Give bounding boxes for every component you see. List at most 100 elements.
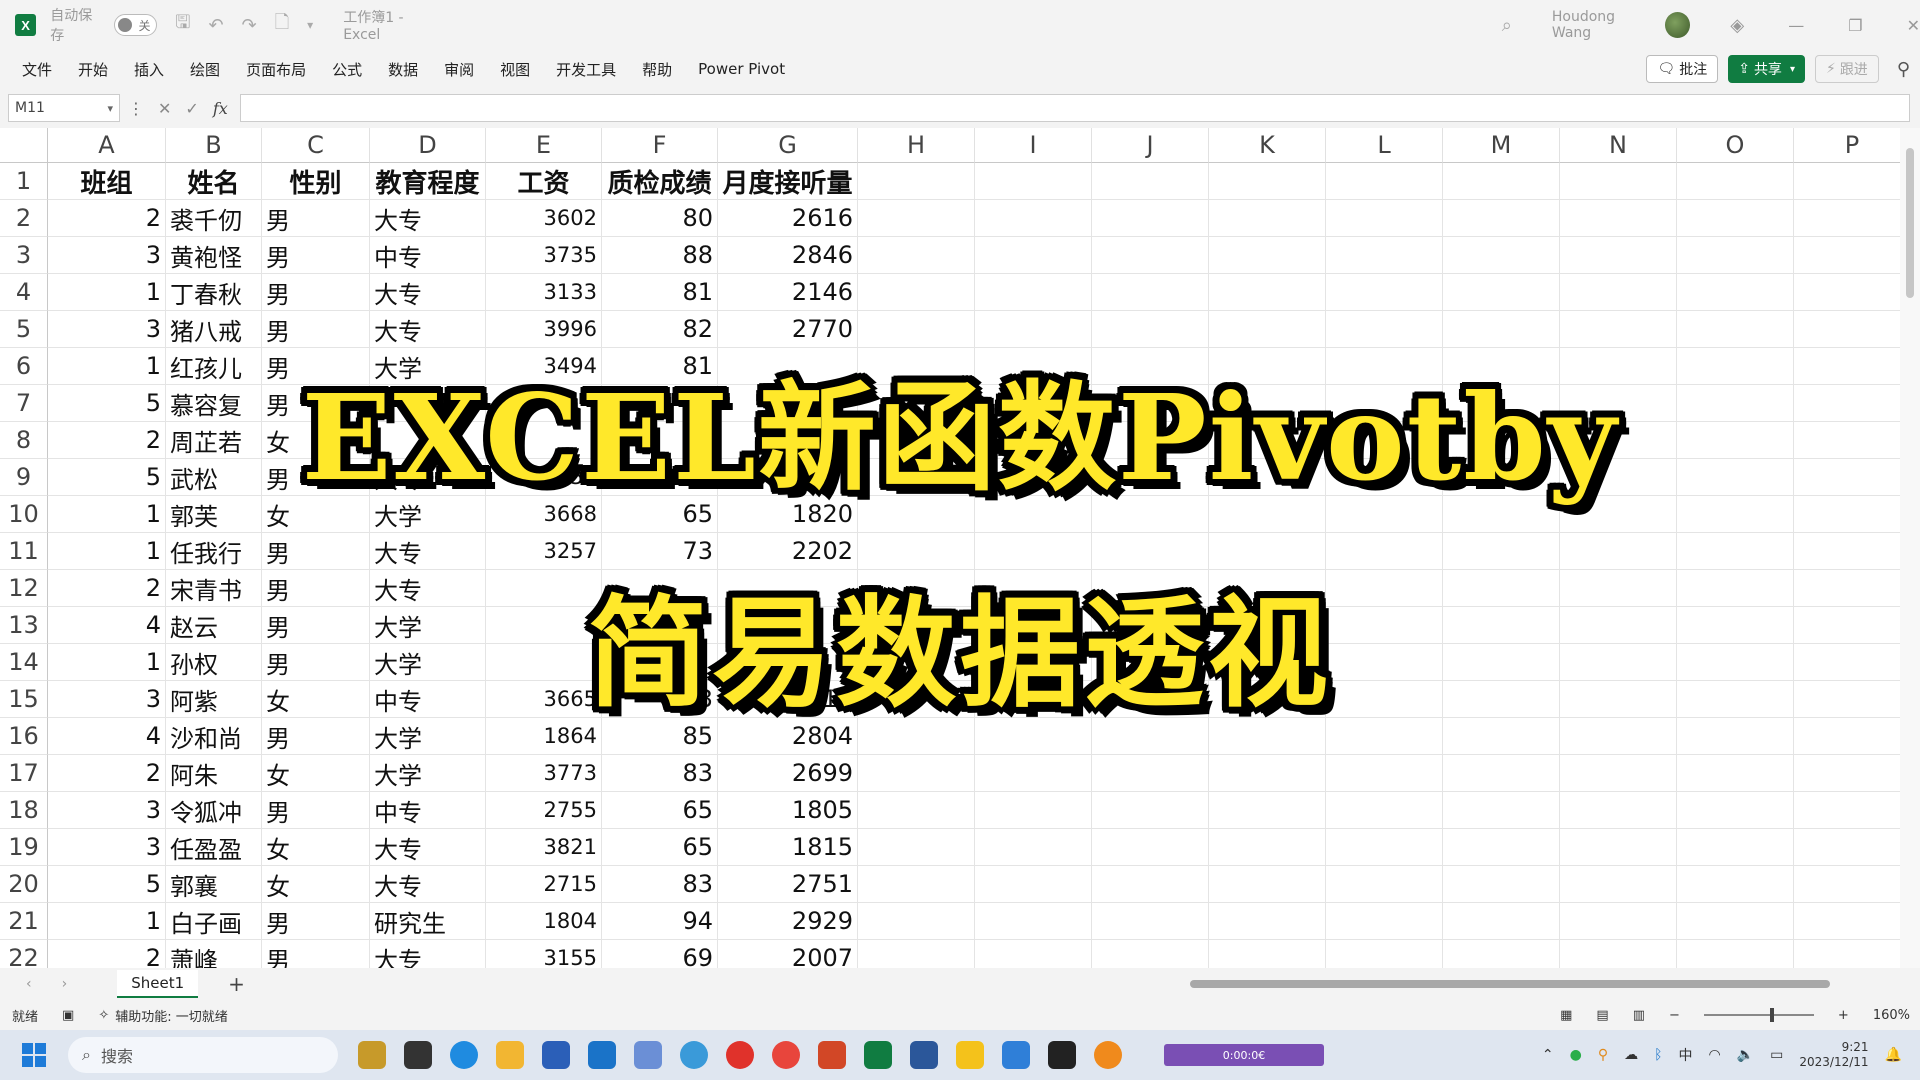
column-header-d[interactable]: D	[370, 128, 486, 163]
table-cell[interactable]: 大专	[370, 274, 486, 311]
table-cell[interactable]	[1794, 755, 1900, 792]
table-cell[interactable]: 男	[262, 200, 370, 237]
table-cell[interactable]	[1560, 903, 1677, 940]
table-cell[interactable]	[1443, 274, 1560, 311]
minimize-icon[interactable]: —	[1788, 16, 1804, 35]
zoom-in-icon[interactable]: +	[1838, 1008, 1849, 1023]
table-cell[interactable]: 大学	[370, 755, 486, 792]
table-cell[interactable]	[1326, 200, 1443, 237]
table-cell[interactable]: 大专	[370, 200, 486, 237]
mail-icon[interactable]	[588, 1041, 616, 1069]
header-cell[interactable]: 性别	[262, 163, 370, 200]
table-cell[interactable]: 3773	[486, 755, 602, 792]
row-header[interactable]: 18	[0, 792, 48, 829]
menu-data[interactable]: 数据	[384, 55, 422, 84]
table-cell[interactable]	[1209, 274, 1326, 311]
ime-indicator[interactable]: 中	[1679, 1045, 1693, 1065]
table-cell[interactable]	[1677, 903, 1794, 940]
add-sheet-button[interactable]: +	[228, 972, 245, 996]
column-header-b[interactable]: B	[166, 128, 262, 163]
table-cell[interactable]	[1092, 200, 1209, 237]
table-cell[interactable]	[1092, 903, 1209, 940]
menu-formulas[interactable]: 公式	[328, 55, 366, 84]
table-cell[interactable]	[858, 829, 975, 866]
table-cell[interactable]	[975, 274, 1092, 311]
table-cell[interactable]	[1326, 940, 1443, 968]
sheet-tab-active[interactable]: Sheet1	[117, 970, 199, 998]
table-cell[interactable]: 3821	[486, 829, 602, 866]
table-cell[interactable]	[1209, 792, 1326, 829]
table-cell[interactable]	[1794, 237, 1900, 274]
table-cell[interactable]: 研究生	[370, 903, 486, 940]
user-name[interactable]: Houdong Wang	[1552, 9, 1655, 41]
table-cell[interactable]	[1326, 792, 1443, 829]
store-icon[interactable]	[542, 1041, 570, 1069]
vertical-scrollbar[interactable]	[1900, 128, 1920, 968]
table-cell[interactable]: 2	[48, 940, 166, 968]
table-cell[interactable]	[975, 866, 1092, 903]
recording-widget[interactable]: 0:00:0€	[1164, 1044, 1324, 1066]
zoom-slider-knob[interactable]	[1769, 1008, 1774, 1022]
row-header[interactable]: 19	[0, 829, 48, 866]
table-cell[interactable]: 2715	[486, 866, 602, 903]
table-cell[interactable]	[1326, 274, 1443, 311]
table-cell[interactable]: 2007	[718, 940, 858, 968]
volume-icon[interactable]: 🔈	[1737, 1047, 1754, 1063]
table-cell[interactable]: 83	[602, 755, 718, 792]
header-cell[interactable]	[1794, 163, 1900, 200]
chart-app-icon[interactable]	[956, 1041, 984, 1069]
header-cell[interactable]: 教育程度	[370, 163, 486, 200]
table-cell[interactable]: 3133	[486, 274, 602, 311]
table-cell[interactable]	[858, 903, 975, 940]
table-cell[interactable]	[1677, 792, 1794, 829]
header-cell[interactable]	[1677, 163, 1794, 200]
horizontal-scroll-thumb[interactable]	[1190, 980, 1830, 988]
menu-power-pivot[interactable]: Power Pivot	[694, 56, 789, 82]
table-cell[interactable]: 男	[262, 940, 370, 968]
table-cell[interactable]: 女	[262, 829, 370, 866]
accessibility-status[interactable]: 辅助功能: 一切就绪	[115, 1006, 228, 1025]
table-cell[interactable]: 3735	[486, 237, 602, 274]
normal-view-icon[interactable]: ▦	[1560, 1008, 1572, 1023]
table-cell[interactable]	[1092, 274, 1209, 311]
close-icon[interactable]: ✕	[1907, 16, 1920, 35]
redo-icon[interactable]: ↷	[242, 15, 257, 36]
header-cell[interactable]: 质检成绩	[602, 163, 718, 200]
table-cell[interactable]	[1677, 200, 1794, 237]
snipping-tool-icon[interactable]	[634, 1041, 662, 1069]
table-cell[interactable]: 男	[262, 792, 370, 829]
table-cell[interactable]	[1677, 237, 1794, 274]
header-cell[interactable]: 姓名	[166, 163, 262, 200]
table-cell[interactable]: 白子画	[166, 903, 262, 940]
task-view-icon[interactable]	[404, 1041, 432, 1069]
table-cell[interactable]	[975, 903, 1092, 940]
table-cell[interactable]	[858, 940, 975, 968]
table-cell[interactable]: 男	[262, 903, 370, 940]
column-header-m[interactable]: M	[1443, 128, 1560, 163]
table-cell[interactable]	[1209, 200, 1326, 237]
tab-next-icon[interactable]: ›	[62, 976, 68, 992]
powerpoint-icon[interactable]	[818, 1041, 846, 1069]
table-cell[interactable]: 1	[48, 903, 166, 940]
table-cell[interactable]	[1677, 829, 1794, 866]
table-cell[interactable]: 女	[262, 866, 370, 903]
header-cell[interactable]	[1560, 163, 1677, 200]
table-cell[interactable]	[1794, 940, 1900, 968]
header-cell[interactable]	[1443, 163, 1560, 200]
table-cell[interactable]	[1326, 237, 1443, 274]
new-file-icon[interactable]: 🗋	[275, 10, 289, 40]
table-cell[interactable]: 郭襄	[166, 866, 262, 903]
autosave-toggle[interactable]: 关	[114, 14, 158, 36]
table-cell[interactable]: 69	[602, 940, 718, 968]
menu-insert[interactable]: 插入	[130, 55, 168, 84]
page-break-view-icon[interactable]: ▥	[1633, 1008, 1645, 1023]
table-cell[interactable]: 2846	[718, 237, 858, 274]
wifi-icon[interactable]: ◠	[1709, 1047, 1721, 1063]
header-cell[interactable]	[1209, 163, 1326, 200]
table-cell[interactable]: 2755	[486, 792, 602, 829]
table-cell[interactable]: 88	[602, 237, 718, 274]
notification-icon[interactable]: 🔔	[1885, 1047, 1902, 1063]
comments-button[interactable]: 🗨 批注	[1646, 55, 1719, 83]
edge-icon[interactable]	[450, 1041, 478, 1069]
wechat-tray-icon[interactable]: ●	[1570, 1047, 1582, 1063]
